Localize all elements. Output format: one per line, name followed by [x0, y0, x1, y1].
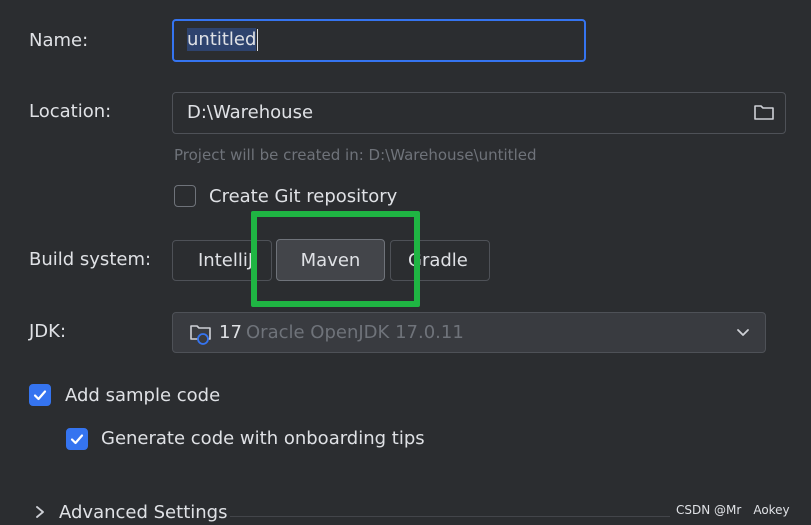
sample-code-checkbox[interactable]	[29, 384, 51, 406]
advanced-settings-toggle[interactable]: Advanced Settings	[59, 502, 227, 523]
check-icon	[70, 434, 84, 445]
location-field[interactable]: D:\Warehouse	[172, 92, 786, 134]
build-system-label: Build system:	[29, 249, 152, 270]
new-project-form: Name: untitled Location: D:\Warehouse Pr…	[0, 0, 811, 525]
location-label: Location:	[29, 101, 112, 122]
onboarding-checkbox[interactable]	[66, 428, 88, 450]
text-caret	[257, 29, 259, 51]
name-field[interactable]: untitled	[172, 19, 586, 62]
jdk-label: JDK:	[29, 321, 67, 342]
git-checkbox-label[interactable]: Create Git repository	[209, 186, 397, 207]
build-option-intellij-label: IntelliJ	[198, 250, 254, 271]
jdk-version: 17	[219, 322, 242, 343]
git-checkbox[interactable]	[174, 185, 196, 207]
watermark: CSDN @Mr Aokey	[676, 503, 790, 517]
name-label: Name:	[29, 30, 89, 51]
onboarding-label[interactable]: Generate code with onboarding tips	[101, 428, 425, 449]
jdk-name: Oracle OpenJDK 17.0.11	[246, 322, 464, 343]
name-value: untitled	[187, 28, 257, 51]
sample-code-label[interactable]: Add sample code	[65, 385, 220, 406]
chevron-right-icon[interactable]	[33, 504, 47, 524]
check-icon	[33, 390, 47, 401]
jdk-combobox[interactable]: 17 Oracle OpenJDK 17.0.11	[172, 312, 766, 353]
location-value: D:\Warehouse	[187, 102, 314, 123]
chevron-down-icon[interactable]	[735, 324, 751, 345]
folder-icon[interactable]	[753, 102, 775, 127]
annotation-highlight-box	[251, 211, 420, 307]
location-hint: Project will be created in: D:\Warehouse…	[174, 146, 537, 164]
jdk-folder-icon	[189, 322, 215, 351]
section-separator	[230, 516, 670, 517]
